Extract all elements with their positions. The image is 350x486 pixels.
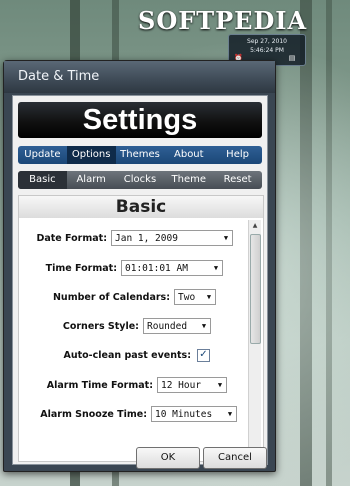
corners-style-select[interactable]: Rounded ▼ — [143, 318, 211, 334]
num-calendars-value: Two — [178, 291, 196, 303]
date-format-label: Date Format: — [36, 232, 107, 244]
chevron-down-icon: ▼ — [201, 322, 207, 330]
subtab-clocks[interactable]: Clocks — [116, 171, 165, 189]
alarm-time-format-value: 12 Hour — [161, 379, 202, 391]
chevron-down-icon: ▼ — [227, 410, 233, 418]
chevron-down-icon: ▼ — [223, 234, 229, 242]
alarm-snooze-select[interactable]: 10 Minutes ▼ — [151, 406, 237, 422]
alarm-time-format-select[interactable]: 12 Hour ▼ — [157, 377, 227, 393]
chevron-down-icon: ▼ — [213, 264, 219, 272]
window-title: Date & Time — [4, 61, 275, 93]
softpedia-watermark: SOFTPEDIA — [138, 6, 308, 35]
date-format-select[interactable]: Jan 1, 2009 ▼ — [111, 230, 233, 246]
tab-about[interactable]: About — [164, 146, 213, 164]
tab-help[interactable]: Help — [213, 146, 262, 164]
date-format-row: Date Format: Jan 1, 2009 ▼ — [19, 229, 233, 247]
time-format-label: Time Format: — [45, 262, 117, 274]
num-calendars-label: Number of Calendars: — [52, 291, 170, 303]
sub-tab-bar: Basic Alarm Clocks Theme Reset — [18, 171, 262, 189]
chevron-down-icon: ▼ — [217, 381, 223, 389]
subtab-alarm[interactable]: Alarm — [67, 171, 116, 189]
time-format-select[interactable]: 01:01:01 AM ▼ — [121, 260, 223, 276]
subtab-reset[interactable]: Reset — [213, 171, 262, 189]
corners-style-row: Corners Style: Rounded ▼ — [19, 317, 211, 335]
auto-clean-row: Auto-clean past events: ✓ — [19, 346, 210, 364]
time-format-value: 01:01:01 AM — [125, 262, 188, 274]
subtab-theme[interactable]: Theme — [164, 171, 213, 189]
alarm-time-format-row: Alarm Time Format: 12 Hour ▼ — [19, 376, 227, 394]
settings-panel: Basic Date Format: Jan 1, 2009 ▼ Time Fo… — [18, 195, 264, 462]
alarm-snooze-label: Alarm Snooze Time: — [40, 408, 147, 420]
calendar-icon[interactable]: ▤ — [288, 54, 296, 62]
alarm-time-format-label: Alarm Time Format: — [46, 379, 153, 391]
auto-clean-label: Auto-clean past events: — [63, 349, 192, 361]
settings-window: Date & Time Settings Update Options Them… — [3, 60, 276, 472]
panel-title: Basic — [19, 196, 263, 218]
scroll-thumb[interactable] — [250, 234, 261, 344]
alarm-snooze-value: 10 Minutes — [155, 408, 213, 420]
window-client: Settings Update Options Themes About Hel… — [12, 95, 268, 465]
cancel-button[interactable]: Cancel — [203, 447, 267, 469]
tab-options[interactable]: Options — [66, 146, 116, 164]
subtab-basic[interactable]: Basic — [18, 171, 67, 189]
ok-button[interactable]: OK — [136, 447, 200, 469]
tab-update[interactable]: Update — [18, 146, 67, 164]
time-format-row: Time Format: 01:01:01 AM ▼ — [19, 259, 223, 277]
corners-style-label: Corners Style: — [62, 320, 139, 332]
checkmark-icon: ✓ — [199, 348, 208, 360]
date-format-value: Jan 1, 2009 — [115, 232, 178, 244]
alarm-snooze-row: Alarm Snooze Time: 10 Minutes ▼ — [19, 405, 237, 423]
num-calendars-row: Number of Calendars: Two ▼ — [19, 288, 216, 306]
corners-style-value: Rounded — [147, 320, 188, 332]
main-tab-bar: Update Options Themes About Help — [18, 146, 262, 164]
scroll-up-icon[interactable]: ▲ — [249, 220, 261, 232]
num-calendars-select[interactable]: Two ▼ — [174, 289, 216, 305]
settings-banner: Settings — [18, 102, 262, 138]
auto-clean-checkbox[interactable]: ✓ — [197, 348, 210, 362]
tab-themes[interactable]: Themes — [116, 146, 165, 164]
clock-date: Sep 27, 2010 — [247, 38, 287, 45]
panel-scrollbar[interactable]: ▲ ▼ — [248, 220, 261, 459]
chevron-down-icon: ▼ — [206, 293, 212, 301]
